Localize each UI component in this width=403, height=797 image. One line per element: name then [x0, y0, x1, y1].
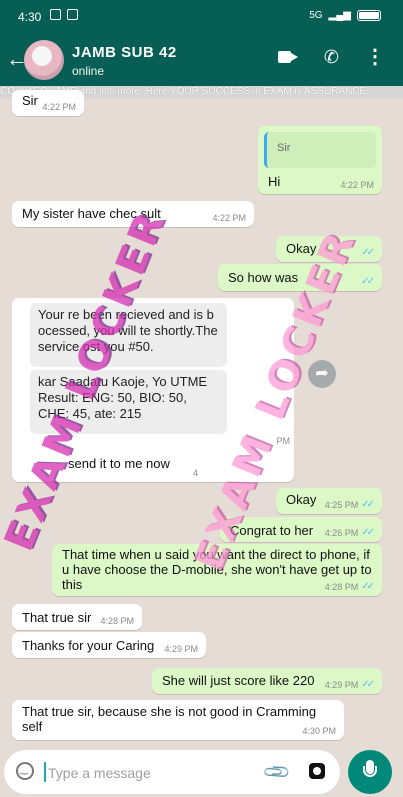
message-time: 4:29 PM	[324, 679, 359, 690]
message-incoming[interactable]: That true sir, because she is not good i…	[12, 700, 344, 740]
message-outgoing[interactable]: Okay 4:25 PM ✓✓	[276, 488, 382, 514]
read-receipt-icon: ✓✓	[361, 679, 375, 690]
quoted-message[interactable]: Sir	[264, 132, 376, 168]
status-right: 5G ▂▄▆	[309, 10, 381, 21]
emoji-icon[interactable]	[16, 762, 34, 780]
read-receipt-icon: ✓✓	[361, 499, 375, 510]
message-meta: 4:29 PM ✓✓	[324, 679, 375, 690]
chat-header: ← JAMB SUB 42 online ✆ ⋮	[0, 34, 403, 86]
message-text: That true sir, because she is not good i…	[22, 704, 317, 734]
header-actions: ✆ ⋮	[277, 47, 385, 67]
message-incoming[interactable]: That true sir 4:28 PM	[12, 604, 142, 630]
camera-icon[interactable]	[309, 763, 325, 779]
message-composer: 📎	[4, 750, 340, 794]
message-time: 4:25 PM	[324, 499, 359, 510]
message-meta: 4:25 PM ✓✓	[324, 499, 375, 510]
message-time: 4:22 PM	[340, 180, 374, 190]
read-receipt-icon: ✓✓	[361, 527, 375, 538]
phone-icon[interactable]: ✆	[324, 48, 339, 66]
video-call-icon[interactable]	[277, 50, 298, 64]
network-type: 5G	[309, 10, 323, 21]
message-meta: 4:26 PM ✓✓	[324, 527, 375, 538]
message-incoming[interactable]: Sir 4:22 PM	[12, 90, 84, 116]
message-time: 4:30 PM	[302, 726, 336, 736]
status-notification-icons	[50, 9, 78, 20]
battery-icon	[357, 10, 381, 21]
read-receipt-icon: ✓✓	[361, 276, 375, 287]
image-notification-icon	[50, 9, 61, 20]
message-incoming[interactable]: Thanks for your Caring 4:29 PM	[12, 632, 206, 658]
message-time: 4:26 PM	[324, 527, 359, 538]
contact-name[interactable]: JAMB SUB 42	[72, 44, 177, 61]
message-time: 4:28 PM	[324, 581, 359, 592]
more-vert-icon[interactable]: ⋮	[365, 47, 385, 67]
message-status: ✓✓	[361, 276, 375, 287]
status-bar: 4:30 5G ▂▄▆	[0, 0, 403, 34]
status-time: 4:30	[18, 10, 42, 24]
read-receipt-icon: ✓✓	[361, 581, 375, 592]
signal-icon: ▂▄▆	[328, 10, 351, 21]
facebook-notification-icon	[67, 9, 78, 20]
message-status: ✓✓	[361, 247, 375, 258]
message-time: 4:22 PM	[42, 102, 76, 112]
avatar[interactable]	[24, 40, 64, 80]
message-input[interactable]	[46, 762, 250, 784]
read-receipt-icon: ✓✓	[361, 247, 375, 258]
message-time: 4:22 PM	[212, 213, 246, 223]
message-time: 4	[192, 468, 198, 478]
message-time: 4:28 PM	[100, 616, 134, 626]
message-time: 4:29 PM	[164, 644, 198, 654]
mic-button[interactable]	[348, 750, 392, 794]
contact-status: online	[72, 64, 105, 78]
message-outgoing[interactable]: She will just score like 220 4:29 PM ✓✓	[152, 668, 382, 694]
quoted-text: Sir	[277, 142, 291, 154]
message-meta: 4:28 PM ✓✓	[324, 581, 375, 592]
attach-icon[interactable]: 📎	[262, 757, 293, 788]
message-outgoing[interactable]: Sir Hi 4:22 PM	[258, 126, 382, 194]
